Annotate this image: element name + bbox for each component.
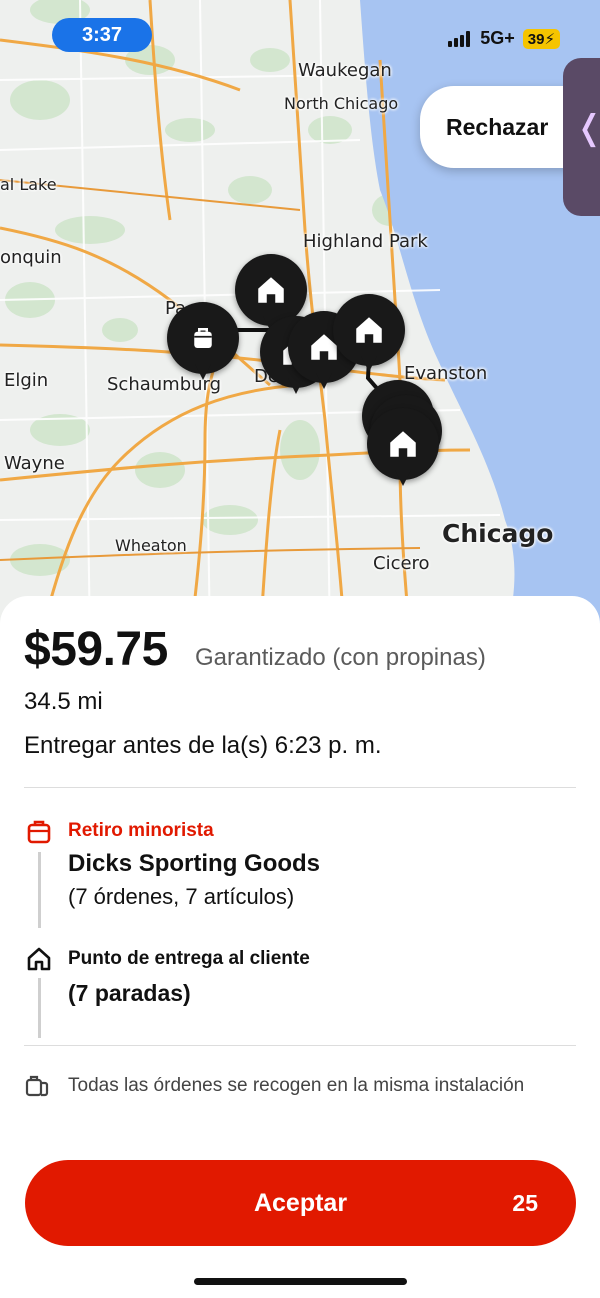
divider <box>24 1045 576 1046</box>
home-icon <box>258 277 284 303</box>
same-facility-note: Todas las órdenes se recogen en la misma… <box>68 1075 525 1096</box>
status-time: 3:37 <box>52 18 152 52</box>
home-indicator[interactable] <box>194 1278 407 1285</box>
home-icon <box>390 431 416 457</box>
map-label-elgin: Elgin <box>4 370 49 391</box>
offer-deliver-by: Entregar antes de la(s) 6:23 p. m. <box>24 732 382 759</box>
chevron-left-icon: ❬ <box>575 108 600 148</box>
signal-icon <box>448 30 471 47</box>
side-drawer-tab[interactable]: ❬ <box>563 58 600 216</box>
offer-guarantee: Garantizado (con propinas) <box>195 644 486 671</box>
battery-icon: 39⚡ <box>522 28 560 49</box>
map-label-algonquin: onquin <box>0 247 62 268</box>
map-label-lake: al Lake <box>0 175 57 194</box>
battery-level: 39 <box>527 30 545 48</box>
map-pin-dropoff[interactable] <box>333 294 405 378</box>
home-icon <box>356 317 382 343</box>
dropoff-type-label: Punto de entrega al cliente <box>68 948 310 969</box>
map-label-waukegan: Waukegan <box>298 60 392 81</box>
accept-countdown: 25 <box>512 1190 538 1216</box>
pickup-store-name: Dicks Sporting Goods <box>68 850 321 877</box>
status-indicators: 5G+ 39⚡ <box>448 28 560 49</box>
timeline-connector <box>38 852 41 928</box>
map-pin-pickup[interactable] <box>167 302 239 386</box>
map-label-wayne: Wayne <box>4 453 65 474</box>
pickup-type-label: Retiro minorista <box>68 820 214 841</box>
offer-price: $59.75 <box>24 623 168 676</box>
map-label-wheaton: Wheaton <box>115 536 187 555</box>
bag-icon <box>194 328 212 348</box>
bag-icon <box>27 820 51 844</box>
timeline-connector <box>38 978 41 1038</box>
map-label-highland-park: Highland Park <box>303 231 428 252</box>
accept-button[interactable]: Aceptar 25 <box>25 1160 576 1246</box>
divider <box>24 787 576 788</box>
map-label-chicago: Chicago <box>442 519 554 548</box>
bags-icon <box>25 1075 49 1097</box>
home-icon <box>27 947 51 971</box>
map-pin-dropoff[interactable] <box>367 408 439 492</box>
offer-distance: 34.5 mi <box>24 688 103 715</box>
dropoff-stop-count: (7 paradas) <box>68 980 191 1006</box>
pickup-order-count: (7 órdenes, 7 artículos) <box>68 884 295 909</box>
map-label-north-chicago: North Chicago <box>284 94 399 113</box>
accept-label: Aceptar <box>253 1189 348 1217</box>
map[interactable]: Waukegan North Chicago al Lake Highland … <box>0 0 600 640</box>
network-label: 5G+ <box>480 28 515 48</box>
map-label-cicero: Cicero <box>373 553 430 574</box>
